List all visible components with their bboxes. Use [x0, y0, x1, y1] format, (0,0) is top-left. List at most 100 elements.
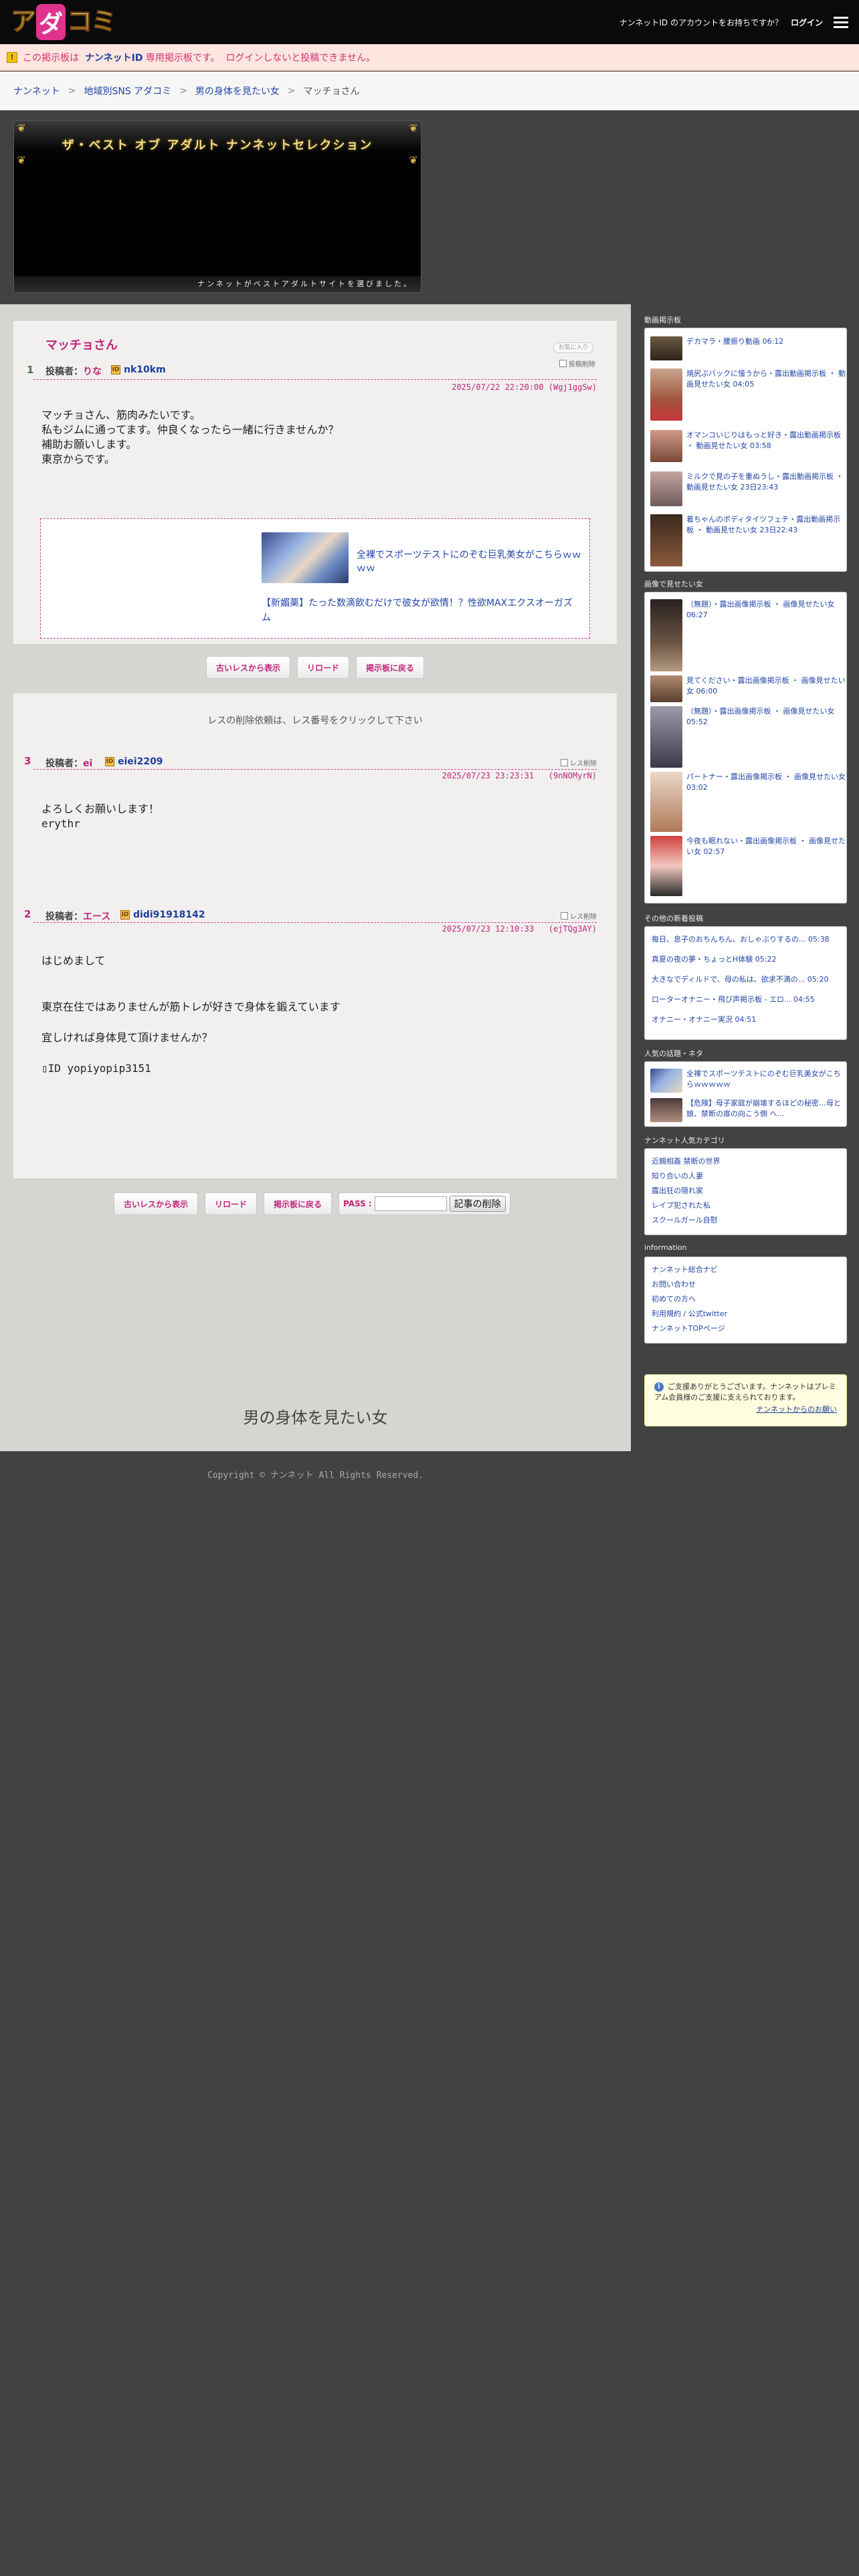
list-item[interactable]: 知り合いの人妻 [652, 1170, 703, 1181]
list-item[interactable]: 露出狂の隠れ家 [652, 1185, 703, 1196]
pass-label: PASS [343, 1199, 366, 1208]
list-item[interactable]: デカマラ・腰振り動画 06:12 [650, 336, 783, 360]
list-item[interactable]: 見てください・露出画像掲示板 ・ 画像見せたい女 06:00 [650, 675, 846, 702]
divider [33, 379, 597, 380]
list-item[interactable]: （無題）・露出画像掲示板 ・ 画像見せたい女 05:52 [650, 706, 846, 768]
post-datetime: 2025/07/22 22:20:00 (Wgj1ggSw) [452, 383, 597, 392]
account-question: ナンネットID のアカウントをお持ちですか？ [619, 17, 783, 27]
response-delete-checkbox[interactable]: レス削除 [561, 758, 597, 768]
sidebar-heading: 動画掲示板 [644, 316, 681, 324]
selection-banner[interactable]: ザ・ベスト オブ アダルト ナンネットセレクション ❦ ❦ ❦ ❦ ナンネットが… [13, 120, 421, 293]
main-column: マッチョさん お気に入り 投稿削除 1 投稿者：りな ID nk10km 2025… [0, 304, 631, 1451]
list-item[interactable]: パートナー・露出画像掲示板 ・ 画像見せたい女 03:02 [650, 772, 846, 832]
favorite-button[interactable]: お気に入り [553, 342, 593, 353]
pass-input[interactable] [374, 1196, 447, 1211]
breadcrumb-item-board[interactable]: 男の身体を見たい女 [195, 84, 280, 98]
older-first-button[interactable]: 古いレスから表示 [114, 1192, 199, 1215]
breadcrumb-item-home[interactable]: ナンネット [13, 84, 60, 98]
list-item[interactable]: 今夜も眠れない・露出画像掲示板 ・ 画像見せたい女 02:57 [650, 836, 846, 896]
breadcrumb-item-sns[interactable]: 地域別SNS アダコミ [84, 84, 171, 98]
logo-text: ア [10, 8, 36, 36]
list-item[interactable]: ミルクで見の子を重ぬうし・露出動画掲示板 ・ 動画見せたい女 23日23:43 [650, 471, 846, 506]
support-request-link[interactable]: ナンネットからのお願い [654, 1404, 837, 1415]
login-notice: ! この掲示板は ナンネットID 専用掲示板です。 ログイン しないと投稿できま… [0, 44, 859, 71]
support-text: ご支援ありがとうございます。ナンネットはプレミアム会員様のご支援に支えられており… [654, 1382, 836, 1402]
user-id[interactable]: ID eiei2209 [105, 756, 163, 767]
ornament-icon: ❦ [17, 154, 26, 167]
list-item[interactable]: ナンネット総合ナビ [652, 1264, 718, 1275]
list-item[interactable]: オマンコいじりはもっと好き・露出動画掲示板 ・ 動画見せたい女 03:58 [650, 430, 846, 462]
list-item[interactable]: 大きなでディルドで、母の私は、欲求不満の... 05:20 [652, 974, 828, 984]
list-item[interactable]: お問い合わせ [652, 1279, 696, 1289]
id-badge-icon: ID [105, 757, 114, 766]
notice-text-2: 専用掲示板です。 [145, 52, 220, 64]
back-to-board-button[interactable]: 掲示板に戻る [356, 656, 425, 679]
response-body: はじめまして 東京在住ではありませんが筋トレが好きで身体を鍛えています 宜しけれ… [41, 954, 341, 1075]
login-link[interactable]: ログイン [791, 17, 823, 28]
id-badge-icon: ID [111, 365, 120, 374]
list-item[interactable]: 真夏の夜の夢・ちょっとH体験 05:22 [652, 954, 776, 964]
ad-link-aphrodisiac[interactable]: 【新媚薬】たった数滴飲むだけで彼女が欲情！？性欲MAXエクスオーガズム [262, 596, 576, 625]
response-delete-checkbox[interactable]: レス削除 [561, 911, 597, 921]
sidebar-heading: その他の新着投稿 [644, 914, 703, 923]
author-name: エース [83, 911, 111, 922]
ad-thumbnail[interactable] [262, 532, 349, 583]
response-number[interactable]: 2 [24, 908, 31, 920]
user-id[interactable]: ID didi91918142 [120, 909, 205, 920]
list-item[interactable]: 近親相姦 禁断の世界 [652, 1156, 721, 1166]
list-item[interactable]: 初めての方へ [652, 1293, 696, 1304]
ad-link-sports-test[interactable]: 全裸でスポーツテストにのぞむ巨乳美女がこちらｗｗｗｗ [357, 548, 584, 575]
video-board-list: デカマラ・腰振り動画 06:12 焼尻ぷバックに憧うから・露出動画掲示板 ・ 動… [644, 328, 847, 572]
notice-nanid-link[interactable]: ナンネットID [85, 51, 143, 64]
list-item[interactable]: 毎日、息子のおちんちん、おしゃぶりするの... 05:38 [652, 934, 830, 944]
back-to-board-button[interactable]: 掲示板に戻る [264, 1192, 332, 1215]
post-number[interactable]: 1 [27, 364, 33, 376]
post-author: 投稿者：りな [45, 366, 102, 377]
ad-box: 全裸でスポーツテストにのぞむ巨乳美女がこちらｗｗｗｗ 【新媚薬】たった数滴飲むだ… [40, 518, 590, 639]
list-item[interactable]: レイプ犯された私 [652, 1200, 710, 1210]
older-first-button[interactable]: 古いレスから表示 [206, 656, 291, 679]
divider [33, 769, 597, 770]
id-badge-icon: ID [120, 910, 130, 920]
response-body: よろしくお願いします！ erythr [41, 802, 160, 830]
logo-mark: ダ [36, 4, 66, 40]
site-logo[interactable]: アダコミ [10, 4, 117, 40]
hamburger-menu-icon[interactable] [834, 16, 848, 28]
board-name-footer[interactable]: 男の身体を見たい女 [0, 1404, 631, 1428]
sidebar-heading: 人気の話題・ネタ [644, 1049, 703, 1058]
list-item[interactable]: ナンネットTOPページ [652, 1323, 725, 1333]
reload-button[interactable]: リロード [205, 1192, 258, 1215]
reload-button[interactable]: リロード [297, 656, 350, 679]
list-item[interactable]: スクールガール自慰 [652, 1214, 718, 1225]
post-body: マッチョさん、筋肉みたいです。 私もジムに通ってます。仲良くなったら一緒に行きま… [41, 409, 339, 465]
info-icon: i [654, 1382, 664, 1392]
list-item[interactable]: ローターオナニー・飛び声掲示板 - エロ... 04:55 [652, 994, 815, 1004]
ornament-icon: ❦ [409, 122, 418, 134]
sidebar-heading: information [644, 1243, 687, 1252]
list-item[interactable]: （無題）・露出画像掲示板 ・ 画像見せたい女 06:27 [650, 599, 846, 671]
response-datetime: 2025/07/23 12:10:33 (ejTQg3AY) [442, 924, 597, 934]
categories-list: 近親相姦 禁断の世界 知り合いの人妻 露出狂の隠れ家 レイプ犯された私 スクール… [644, 1148, 847, 1235]
notice-text-3: しないと投稿できません。 [263, 52, 376, 64]
delete-post-button[interactable]: 記事の削除 [449, 1196, 506, 1212]
information-list: ナンネット総合ナビ お問い合わせ 初めての方へ 利用規約 / 公式twitter… [644, 1257, 847, 1344]
list-item[interactable]: 【危険】母子家庭が崩壊するほどの秘密…母と娘、禁断の扉の向こう側 へ… [650, 1098, 846, 1122]
list-item[interactable]: 着ちゃんのボディタイツフェチ・露出動画掲示板 ・ 動画見せたい女 23日22:4… [650, 514, 846, 566]
notice-login-link[interactable]: ログイン [225, 51, 263, 64]
user-id[interactable]: ID nk10km [111, 364, 166, 375]
banner-subtitle: ナンネットがベストアダルトサイトを選びました。 [14, 276, 421, 292]
image-board-list: （無題）・露出画像掲示板 ・ 画像見せたい女 06:27 見てください・露出画像… [644, 592, 847, 903]
response-number[interactable]: 3 [24, 755, 31, 767]
list-item[interactable]: 焼尻ぷバックに憧うから・露出動画掲示板 ・ 動画見せたい女 04:05 [650, 368, 846, 421]
bottom-button-row: 古いレスから表示 リロード 掲示板に戻る PASS: 記事の削除 [114, 1192, 510, 1215]
ornament-icon: ❦ [17, 122, 26, 134]
popular-topics-list: 全裸でスポーツテストにのぞむ巨乳美女がこちらｗｗｗｗｗ 【危険】母子家庭が崩壊す… [644, 1061, 847, 1127]
site-header: アダコミ ナンネットID のアカウントをお持ちですか？ ログイン [0, 0, 859, 44]
list-item[interactable]: 利用規約 / 公式twitter [652, 1308, 727, 1319]
responses-card: レスの削除依頼は、レス番号をクリックして下さい 3 投稿者：ei ID eiei2… [13, 693, 617, 1178]
list-item[interactable]: 全裸でスポーツテストにのぞむ巨乳美女がこちらｗｗｗｗｗ [650, 1069, 846, 1093]
divider [33, 922, 597, 923]
support-box: i ご支援ありがとうございます。ナンネットはプレミアム会員様のご支援に支えられてお… [644, 1374, 847, 1426]
list-item[interactable]: オナニー・オナニー実況 04:51 [652, 1014, 756, 1025]
post-delete-checkbox[interactable]: 投稿削除 [559, 358, 595, 368]
